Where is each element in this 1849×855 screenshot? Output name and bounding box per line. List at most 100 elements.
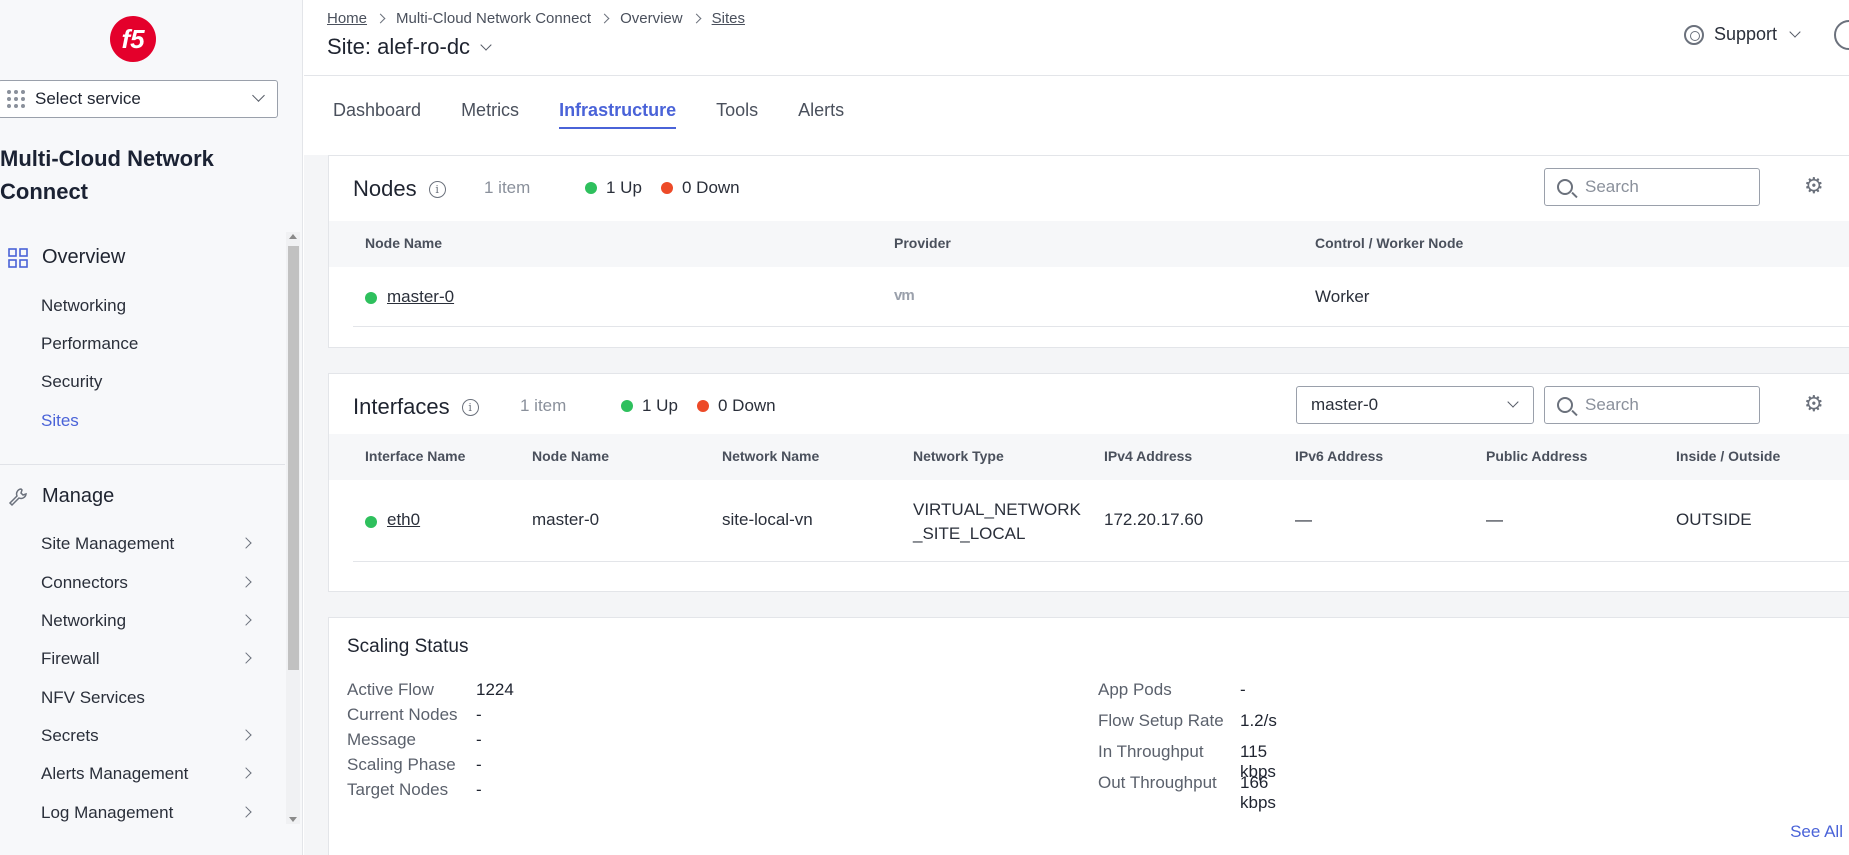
nodes-up-status: 1 Up	[585, 178, 642, 198]
tab-infrastructure[interactable]: Infrastructure	[559, 100, 677, 129]
node-name-link[interactable]: master-0	[387, 287, 454, 307]
col-ipv4[interactable]: IPv4 Address	[1104, 448, 1192, 464]
table-row[interactable]: master-0 vm Worker	[353, 267, 1849, 327]
chevron-right-icon	[375, 13, 386, 24]
kv-key: App Pods	[1098, 680, 1172, 699]
main-content: Nodes i 1 item 1 Up 0 Down Search ⚙ Node…	[304, 155, 1849, 855]
sidebar-item-networking-manage[interactable]: Networking	[41, 611, 256, 631]
kv-key: Current Nodes	[347, 705, 458, 724]
col-control-worker[interactable]: Control / Worker Node	[1315, 235, 1463, 251]
interface-network-type: VIRTUAL_NETWORK _SITE_LOCAL	[913, 498, 1081, 546]
col-provider[interactable]: Provider	[894, 235, 951, 251]
col-node-name[interactable]: Node Name	[532, 448, 609, 464]
col-network-type[interactable]: Network Type	[913, 448, 1004, 464]
tab-metrics[interactable]: Metrics	[461, 100, 519, 129]
sidebar-item-alerts-management[interactable]: Alerts Management	[41, 764, 256, 784]
page-title-text: Site: alef-ro-dc	[327, 34, 471, 59]
gear-icon[interactable]: ⚙	[1804, 393, 1824, 415]
interfaces-title: Interfaces i	[353, 394, 479, 420]
kv-value: -	[1240, 680, 1246, 699]
sidebar-item-networking[interactable]: Networking	[41, 296, 256, 316]
kv-key: Active Flow	[347, 680, 434, 699]
tab-tools[interactable]: Tools	[716, 100, 758, 129]
kv-flow-setup-rate: Flow Setup Rate 1.2/s	[1098, 711, 1277, 731]
wrench-icon	[8, 487, 27, 506]
interface-name-link[interactable]: eth0	[387, 510, 420, 530]
col-inside-outside[interactable]: Inside / Outside	[1676, 448, 1780, 464]
interfaces-down-text: 0 Down	[718, 396, 776, 415]
sidebar-item-label: Connectors	[41, 573, 128, 592]
sidebar-item-label: NFV Services	[41, 688, 145, 707]
col-ipv6[interactable]: IPv6 Address	[1295, 448, 1383, 464]
nodes-up-text: 1 Up	[606, 178, 642, 197]
chevron-right-icon	[240, 537, 252, 549]
sidebar-item-nfv-services[interactable]: NFV Services	[41, 688, 256, 708]
sidebar-item-sites[interactable]: Sites	[41, 411, 256, 431]
search-icon	[1557, 397, 1573, 413]
kv-value: -	[476, 780, 482, 799]
sidebar-item-log-management[interactable]: Log Management	[41, 803, 256, 823]
support-label: Support	[1714, 24, 1778, 44]
sidebar-item-label: Alerts Management	[41, 764, 189, 783]
kv-key: Scaling Phase	[347, 755, 456, 774]
sidebar-item-secrets[interactable]: Secrets	[41, 726, 256, 746]
info-icon[interactable]: i	[461, 398, 479, 416]
col-public-address[interactable]: Public Address	[1486, 448, 1587, 464]
tab-alerts[interactable]: Alerts	[798, 100, 844, 129]
see-all-link[interactable]: See All	[1790, 822, 1843, 842]
col-node-name[interactable]: Node Name	[365, 235, 442, 251]
user-avatar-icon[interactable]	[1834, 20, 1849, 50]
nodes-search-placeholder: Search	[1585, 177, 1639, 196]
network-type-line1: VIRTUAL_NETWORK	[913, 500, 1081, 519]
sidebar-item-site-management[interactable]: Site Management	[41, 534, 256, 554]
node-filter-dropdown[interactable]: master-0	[1296, 386, 1534, 424]
interfaces-down-status: 0 Down	[697, 396, 776, 416]
sidebar-item-firewall[interactable]: Firewall	[41, 649, 256, 669]
scroll-up-arrow-icon[interactable]	[289, 234, 297, 239]
kv-value: -	[476, 730, 482, 749]
chevron-down-icon	[252, 89, 265, 102]
select-service-dropdown[interactable]: Select service	[0, 80, 278, 118]
chevron-right-icon	[599, 13, 610, 24]
status-down-dot	[661, 182, 673, 194]
sidebar-item-label: Networking	[41, 611, 127, 630]
tab-dashboard[interactable]: Dashboard	[333, 100, 421, 129]
chevron-right-icon	[240, 614, 252, 626]
chevron-right-icon	[240, 652, 252, 664]
breadcrumb-home[interactable]: Home	[327, 10, 367, 27]
nodes-down-text: 0 Down	[682, 178, 740, 197]
breadcrumb-mcn: Multi-Cloud Network Connect	[396, 10, 592, 27]
node-role: Worker	[1315, 287, 1370, 306]
lifebuoy-icon	[1684, 24, 1704, 45]
f5-logo[interactable]: f5	[110, 16, 156, 62]
breadcrumb-sites[interactable]: Sites	[712, 10, 745, 27]
interfaces-table-header: Interface Name Node Name Network Name Ne…	[329, 434, 1849, 480]
sidebar-item-label: Site Management	[41, 534, 175, 553]
table-row[interactable]: eth0 master-0 site-local-vn VIRTUAL_NETW…	[353, 480, 1849, 562]
interface-ipv6: —	[1295, 510, 1312, 529]
nav-section-overview-label: Overview	[42, 246, 126, 268]
sidebar-scrollbar-thumb[interactable]	[288, 246, 299, 670]
kv-value: -	[476, 755, 482, 774]
info-icon[interactable]: i	[428, 180, 446, 198]
support-menu[interactable]: Support	[1684, 24, 1801, 45]
page-title[interactable]: Site: alef-ro-dc	[327, 34, 492, 60]
interface-ipv4: 172.20.17.60	[1104, 510, 1204, 529]
interfaces-up-status: 1 Up	[621, 396, 678, 416]
col-network-name[interactable]: Network Name	[722, 448, 819, 464]
nodes-search-input[interactable]: Search	[1544, 168, 1760, 206]
scroll-down-arrow-icon[interactable]	[289, 817, 297, 822]
interfaces-card: Interfaces i 1 item 1 Up 0 Down master-0…	[328, 373, 1849, 592]
gear-icon[interactable]: ⚙	[1804, 175, 1824, 197]
nav-section-manage[interactable]: Manage	[0, 485, 114, 508]
chevron-right-icon	[240, 806, 252, 818]
chevron-right-icon	[240, 767, 252, 779]
nodes-title: Nodes i	[353, 176, 446, 202]
sidebar-item-performance[interactable]: Performance	[41, 334, 256, 354]
sidebar-item-connectors[interactable]: Connectors	[41, 573, 256, 593]
nav-section-overview[interactable]: Overview	[0, 246, 125, 269]
status-up-dot	[365, 289, 386, 309]
col-interface-name[interactable]: Interface Name	[365, 448, 465, 464]
interfaces-search-input[interactable]: Search	[1544, 386, 1760, 424]
sidebar-item-security[interactable]: Security	[41, 372, 256, 392]
